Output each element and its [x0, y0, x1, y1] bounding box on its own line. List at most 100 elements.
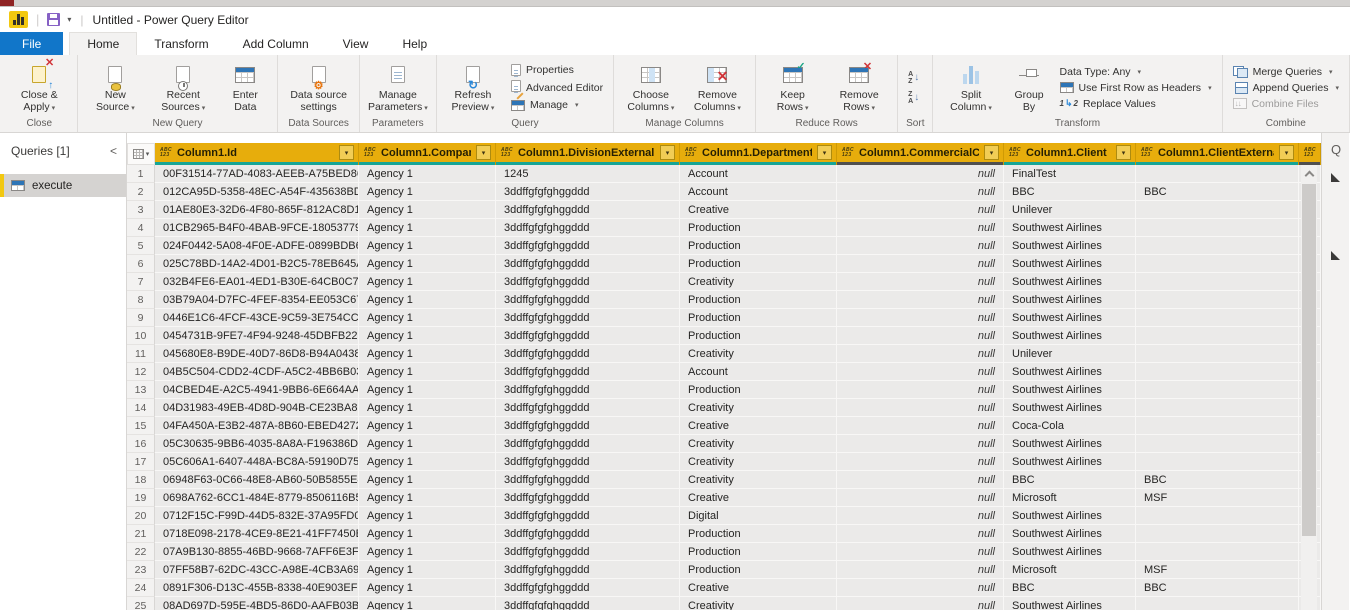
- table-cell[interactable]: Creativity: [680, 399, 837, 417]
- column-filter-button[interactable]: ▾: [1116, 145, 1131, 160]
- table-cell[interactable]: Creativity: [680, 435, 837, 453]
- table-cell[interactable]: Agency 1: [359, 345, 496, 363]
- merge-queries-button[interactable]: Merge Queries▾: [1231, 66, 1341, 78]
- table-cell[interactable]: 3ddffgfgfghggddd: [496, 237, 680, 255]
- row-number[interactable]: 7: [127, 273, 155, 291]
- table-cell[interactable]: 3ddffgfgfghggddd: [496, 219, 680, 237]
- table-cell[interactable]: Agency 1: [359, 165, 496, 183]
- split-column-button[interactable]: Split Column▾: [938, 59, 1003, 116]
- table-cell[interactable]: Agency 1: [359, 417, 496, 435]
- table-cell[interactable]: Digital: [680, 507, 837, 525]
- new-source-button[interactable]: New Source▾: [83, 59, 149, 116]
- table-cell[interactable]: Southwest Airlines: [1004, 597, 1136, 610]
- table-cell[interactable]: 3ddffgfgfghggddd: [496, 327, 680, 345]
- table-cell[interactable]: null: [837, 579, 1004, 597]
- table-cell[interactable]: 01CB2965-B4F0-4BAB-9FCE-1805377984...: [155, 219, 359, 237]
- row-number[interactable]: 15: [127, 417, 155, 435]
- table-cell[interactable]: Southwest Airlines: [1004, 273, 1136, 291]
- table-cell[interactable]: 3ddffgfgfghggddd: [496, 435, 680, 453]
- table-cell[interactable]: null: [837, 327, 1004, 345]
- table-cell[interactable]: null: [837, 417, 1004, 435]
- table-cell[interactable]: MSF: [1136, 489, 1299, 507]
- table-cell[interactable]: null: [837, 273, 1004, 291]
- remove-rows-button[interactable]: ✕ Remove Rows▾: [826, 59, 892, 116]
- table-cell[interactable]: [1136, 363, 1299, 381]
- table-cell[interactable]: null: [837, 399, 1004, 417]
- table-cell[interactable]: Production: [680, 381, 837, 399]
- table-cell[interactable]: Creative: [680, 579, 837, 597]
- column-filter-button[interactable]: ▾: [339, 145, 354, 160]
- table-cell[interactable]: null: [837, 435, 1004, 453]
- table-cell[interactable]: [1136, 453, 1299, 471]
- table-cell[interactable]: 04D31983-49EB-4D8D-904B-CE23BA868...: [155, 399, 359, 417]
- row-number[interactable]: 2: [127, 183, 155, 201]
- table-cell[interactable]: null: [837, 597, 1004, 610]
- row-number[interactable]: 19: [127, 489, 155, 507]
- table-cell[interactable]: Account: [680, 165, 837, 183]
- table-cell[interactable]: 012CA95D-5358-48EC-A54F-435638BDB...: [155, 183, 359, 201]
- table-cell[interactable]: [1136, 327, 1299, 345]
- column-filter-button[interactable]: ▾: [817, 145, 832, 160]
- table-cell[interactable]: [1136, 273, 1299, 291]
- table-cell[interactable]: Agency 1: [359, 579, 496, 597]
- row-number[interactable]: 1: [127, 165, 155, 183]
- table-cell[interactable]: Production: [680, 255, 837, 273]
- collapse-panel-icon[interactable]: <: [110, 144, 117, 158]
- table-cell[interactable]: 024F0442-5A08-4F0E-ADFE-0899BDB64...: [155, 237, 359, 255]
- table-cell[interactable]: 00F31514-77AD-4083-AEEB-A75BED867...: [155, 165, 359, 183]
- table-cell[interactable]: 3ddffgfgfghggddd: [496, 399, 680, 417]
- table-cell[interactable]: Creativity: [680, 471, 837, 489]
- table-cell[interactable]: [1136, 399, 1299, 417]
- table-cell[interactable]: Production: [680, 309, 837, 327]
- column-header[interactable]: ABC123Column1.Client▾: [1004, 143, 1136, 165]
- table-cell[interactable]: Southwest Airlines: [1004, 381, 1136, 399]
- table-cell[interactable]: 04B5C504-CDD2-4CDF-A5C2-4BB6B0345...: [155, 363, 359, 381]
- table-cell[interactable]: Creativity: [680, 597, 837, 610]
- table-cell[interactable]: FinalTest: [1004, 165, 1136, 183]
- row-number[interactable]: 23: [127, 561, 155, 579]
- table-cell[interactable]: Southwest Airlines: [1004, 237, 1136, 255]
- refresh-preview-button[interactable]: ↻ Refresh Preview▾: [442, 59, 504, 116]
- table-cell[interactable]: Coca-Cola: [1004, 417, 1136, 435]
- table-cell[interactable]: null: [837, 237, 1004, 255]
- table-cell[interactable]: 3ddffgfgfghggddd: [496, 561, 680, 579]
- combine-files-button[interactable]: Combine Files: [1231, 98, 1341, 110]
- table-cell[interactable]: Agency 1: [359, 219, 496, 237]
- table-cell[interactable]: null: [837, 219, 1004, 237]
- table-cell[interactable]: Agency 1: [359, 363, 496, 381]
- table-cell[interactable]: null: [837, 255, 1004, 273]
- table-cell[interactable]: 0891F306-D13C-455B-8338-40E903EF19...: [155, 579, 359, 597]
- table-cell[interactable]: Southwest Airlines: [1004, 291, 1136, 309]
- row-number[interactable]: 14: [127, 399, 155, 417]
- table-cell[interactable]: null: [837, 345, 1004, 363]
- table-cell[interactable]: 3ddffgfgfghggddd: [496, 273, 680, 291]
- table-cell[interactable]: Unilever: [1004, 345, 1136, 363]
- row-number[interactable]: 17: [127, 453, 155, 471]
- row-number[interactable]: 6: [127, 255, 155, 273]
- manage-parameters-button[interactable]: Manage Parameters▾: [365, 59, 431, 116]
- properties-button[interactable]: Properties: [509, 64, 605, 76]
- tab-home[interactable]: Home: [69, 32, 137, 55]
- collapse-arrow-icon[interactable]: [1331, 173, 1340, 182]
- table-cell[interactable]: Production: [680, 561, 837, 579]
- table-cell[interactable]: Agency 1: [359, 453, 496, 471]
- row-number[interactable]: 22: [127, 543, 155, 561]
- table-cell[interactable]: null: [837, 183, 1004, 201]
- table-cell[interactable]: Agency 1: [359, 291, 496, 309]
- table-cell[interactable]: [1136, 543, 1299, 561]
- column-filter-button[interactable]: ▾: [984, 145, 999, 160]
- table-cell[interactable]: 3ddffgfgfghggddd: [496, 201, 680, 219]
- table-cell[interactable]: [1136, 381, 1299, 399]
- table-cell[interactable]: 3ddffgfgfghggddd: [496, 345, 680, 363]
- table-cell[interactable]: null: [837, 381, 1004, 399]
- collapse-arrow-icon[interactable]: [1331, 251, 1340, 260]
- row-number[interactable]: 12: [127, 363, 155, 381]
- table-cell[interactable]: 3ddffgfgfghggddd: [496, 579, 680, 597]
- row-number[interactable]: 21: [127, 525, 155, 543]
- table-cell[interactable]: Microsoft: [1004, 489, 1136, 507]
- table-cell[interactable]: 03B79A04-D7FC-4FEF-8354-EE053C67F4...: [155, 291, 359, 309]
- tab-add-column[interactable]: Add Column: [226, 32, 326, 55]
- table-cell[interactable]: null: [837, 363, 1004, 381]
- table-cell[interactable]: BBC: [1136, 471, 1299, 489]
- group-by-button[interactable]: Group By: [1006, 59, 1053, 116]
